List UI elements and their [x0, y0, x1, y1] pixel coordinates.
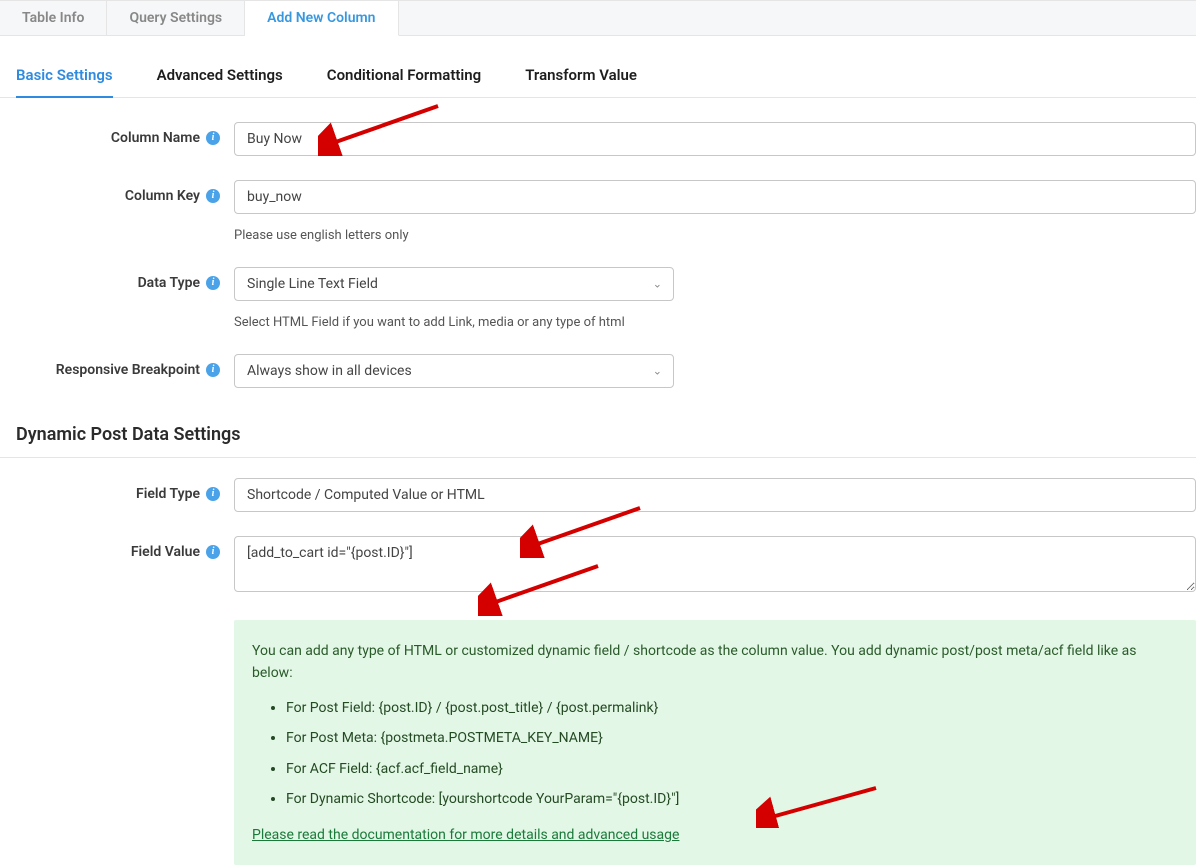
info-icon[interactable]: i: [206, 363, 220, 377]
label-text: Responsive Breakpoint: [56, 362, 200, 378]
row-data-type: Data Type i Single Line Text Field ⌄ Sel…: [0, 267, 1196, 330]
column-key-input[interactable]: [234, 180, 1196, 214]
page-root: Table Info Query Settings Add New Column…: [0, 0, 1196, 865]
tab-query-settings[interactable]: Query Settings: [107, 1, 245, 35]
label-text: Column Key: [125, 188, 200, 204]
section-title-dynamic-post-data: Dynamic Post Data Settings: [0, 412, 1196, 458]
tab-table-info[interactable]: Table Info: [0, 1, 107, 35]
label-field-type: Field Type i: [0, 478, 234, 502]
tab-add-new-column[interactable]: Add New Column: [245, 1, 398, 36]
hint-intro: You can add any type of HTML or customiz…: [252, 640, 1178, 685]
field-type-select[interactable]: [234, 478, 1196, 512]
label-text: Field Value: [131, 544, 200, 560]
form-area: Column Name i Column Key i Please use en…: [0, 98, 1196, 865]
label-text: Field Type: [136, 486, 200, 502]
helper-data-type: Select HTML Field if you want to add Lin…: [234, 315, 1196, 330]
hint-item: For Post Meta: {postmeta.POSTMETA_KEY_NA…: [286, 727, 1178, 749]
data-type-select[interactable]: Single Line Text Field: [234, 267, 674, 301]
label-column-name: Column Name i: [0, 122, 234, 146]
label-text: Data Type: [138, 275, 200, 291]
info-icon[interactable]: i: [206, 487, 220, 501]
label-column-key: Column Key i: [0, 180, 234, 204]
row-field-type: Field Type i: [0, 478, 1196, 512]
field-value-textarea[interactable]: [234, 536, 1196, 592]
hint-box: You can add any type of HTML or customiz…: [234, 620, 1196, 865]
hint-doc-link[interactable]: Please read the documentation for more d…: [252, 827, 679, 843]
subtab-conditional[interactable]: Conditional Formatting: [327, 66, 481, 97]
row-column-name: Column Name i: [0, 122, 1196, 156]
row-column-key: Column Key i Please use english letters …: [0, 180, 1196, 243]
label-data-type: Data Type i: [0, 267, 234, 291]
label-text: Column Name: [111, 130, 200, 146]
info-icon[interactable]: i: [206, 131, 220, 145]
info-icon[interactable]: i: [206, 189, 220, 203]
helper-column-key: Please use english letters only: [234, 228, 1196, 243]
info-icon[interactable]: i: [206, 276, 220, 290]
row-responsive-breakpoint: Responsive Breakpoint i Always show in a…: [0, 354, 1196, 388]
hint-item: For Post Field: {post.ID} / {post.post_t…: [286, 697, 1178, 719]
top-tabs: Table Info Query Settings Add New Column: [0, 0, 1196, 36]
hint-item: For Dynamic Shortcode: [yourshortcode Yo…: [286, 788, 1178, 810]
label-responsive-breakpoint: Responsive Breakpoint i: [0, 354, 234, 378]
hint-item: For ACF Field: {acf.acf_field_name}: [286, 758, 1178, 780]
row-field-value: Field Value i: [0, 536, 1196, 596]
hint-list: For Post Field: {post.ID} / {post.post_t…: [286, 697, 1178, 811]
sub-tabs: Basic Settings Advanced Settings Conditi…: [0, 36, 1196, 98]
subtab-transform[interactable]: Transform Value: [525, 66, 637, 97]
column-name-input[interactable]: [234, 122, 1196, 156]
subtab-advanced[interactable]: Advanced Settings: [157, 66, 283, 97]
responsive-breakpoint-select[interactable]: Always show in all devices: [234, 354, 674, 388]
subtab-basic[interactable]: Basic Settings: [16, 66, 113, 98]
label-field-value: Field Value i: [0, 536, 234, 560]
info-icon[interactable]: i: [206, 545, 220, 559]
